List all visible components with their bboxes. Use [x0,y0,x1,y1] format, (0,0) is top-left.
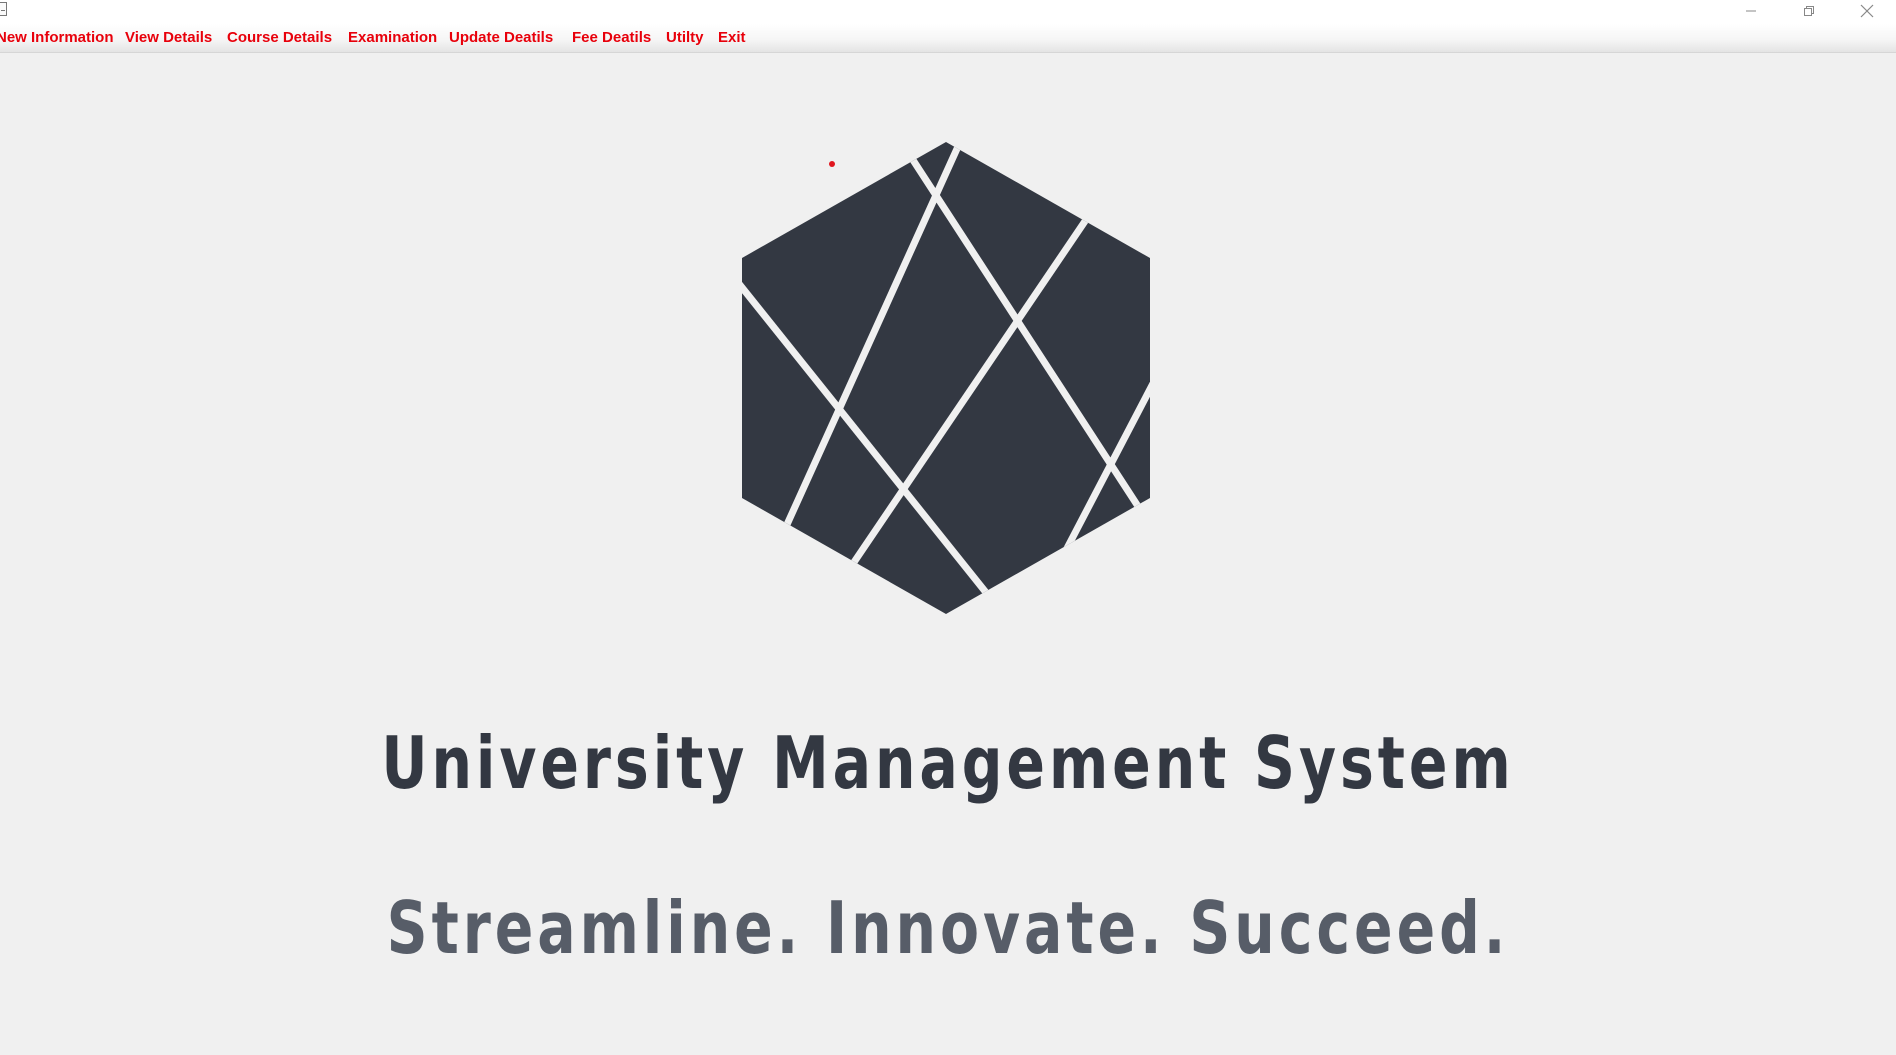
app-icon [0,2,7,16]
menu-view-details[interactable]: View Details [125,29,212,47]
minimize-button[interactable] [1722,0,1780,22]
window-controls [1722,0,1896,24]
menu-examination[interactable]: Examination [348,29,437,47]
menu-bar: New Information View Details Course Deta… [0,24,1896,53]
menu-new-information[interactable]: New Information [0,29,114,47]
app-tagline: Streamline. Innovate. Succeed. [386,886,1510,970]
title-bar [0,0,1896,24]
hexagon-logo-icon [742,142,1150,614]
mouse-cursor [829,161,835,167]
menu-fee-details[interactable]: Fee Deatils [572,29,651,47]
close-icon [1860,4,1874,18]
menu-exit[interactable]: Exit [718,29,746,47]
app-window: New Information View Details Course Deta… [0,0,1896,1055]
restore-icon [1804,6,1814,16]
close-button[interactable] [1838,0,1896,22]
minimize-icon [1746,10,1756,12]
menu-utility[interactable]: Utilty [666,29,704,47]
menu-update-details[interactable]: Update Deatils [449,29,553,47]
menu-course-details[interactable]: Course Details [227,29,332,47]
app-title: University Management System [381,721,1515,805]
restore-button[interactable] [1780,0,1838,22]
